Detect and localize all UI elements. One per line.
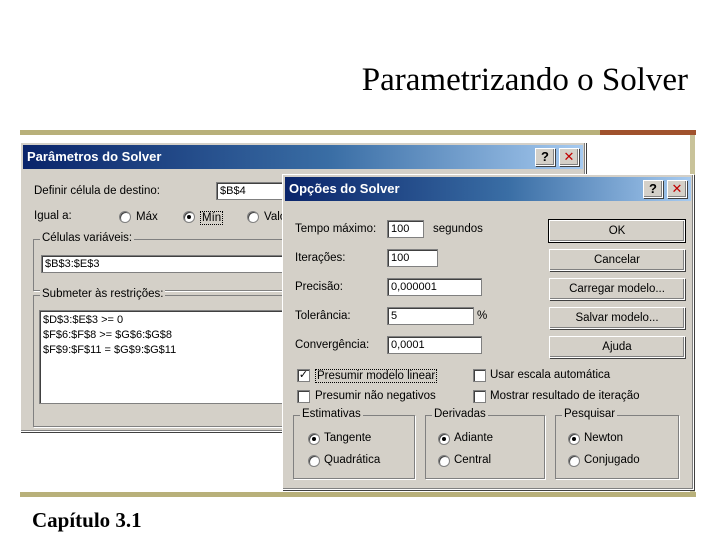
convergence-input[interactable]: 0,0001 — [387, 336, 482, 354]
quadratic-label: Quadrática — [324, 454, 381, 466]
max-radio-label: Máx — [136, 211, 158, 223]
auto-scaling-label: Usar escala automática — [490, 369, 611, 381]
convergence-label: Convergência: — [295, 339, 370, 351]
precision-label: Precisão: — [295, 281, 343, 293]
slide-title: Parametrizando o Solver — [361, 62, 688, 98]
precision-input[interactable]: 0,000001 — [387, 278, 482, 296]
non-negative-checkbox[interactable] — [297, 390, 310, 403]
changing-cells-label: Células variáveis: — [40, 232, 135, 244]
constraints-label: Submeter às restrições: — [40, 288, 166, 300]
derivatives-group: Derivadas Adiante Central — [425, 408, 545, 479]
accent-bar-top — [20, 130, 620, 135]
show-iterations-label: Mostrar resultado de iteração — [490, 390, 640, 402]
target-cell-label: Definir célula de destino: — [34, 185, 160, 197]
central-label: Central — [454, 454, 492, 466]
max-radio[interactable] — [119, 211, 131, 223]
min-radio[interactable] — [183, 211, 195, 223]
derivatives-label: Derivadas — [432, 408, 488, 420]
search-group: Pesquisar Newton Conjugado — [555, 408, 679, 479]
estimates-label: Estimativas — [300, 408, 363, 420]
solver-options-title: Opções do Solver — [289, 181, 400, 196]
auto-scaling-checkbox[interactable] — [473, 369, 486, 382]
tolerance-input[interactable]: 5 — [387, 307, 474, 325]
min-radio-label: Mín — [200, 211, 224, 225]
changing-cells-input[interactable]: $B$3:$E$3 — [41, 255, 287, 273]
load-model-button[interactable]: Carregar modelo... — [549, 278, 685, 300]
max-time-label: Tempo máximo: — [295, 223, 377, 235]
central-radio[interactable] — [438, 455, 450, 467]
tangent-label: Tangente — [324, 432, 372, 444]
close-icon[interactable]: ✕ — [667, 180, 687, 198]
tangent-radio[interactable] — [308, 433, 320, 445]
constraints-list[interactable]: $D$3:$E$3 >= 0 $F$6:$F$8 >= $G$6:$G$8 $F… — [39, 310, 287, 404]
accent-bar-bottom — [20, 492, 696, 497]
cancel-button[interactable]: Cancelar — [549, 249, 685, 271]
help-icon[interactable]: ? — [535, 148, 555, 166]
linear-model-label: Presumir modelo linear — [315, 369, 438, 383]
forward-label: Adiante — [454, 432, 494, 444]
solver-options-titlebar: Opções do Solver ? ✕ — [285, 177, 691, 201]
help-button[interactable]: Ajuda — [549, 336, 685, 358]
quadratic-radio[interactable] — [308, 455, 320, 467]
tolerance-unit: % — [477, 310, 488, 322]
solver-options-dialog: Opções do Solver ? ✕ Tempo máximo: 100 s… — [282, 174, 694, 490]
linear-model-checkbox[interactable]: ✓ — [297, 369, 310, 382]
forward-radio[interactable] — [438, 433, 450, 445]
search-label: Pesquisar — [562, 408, 618, 420]
estimates-group: Estimativas Tangente Quadrática — [293, 408, 415, 479]
constraint-item[interactable]: $F$9:$F$11 = $G$9:$G$11 — [43, 343, 283, 358]
non-negative-label: Presumir não negativos — [315, 390, 436, 402]
max-time-unit: segundos — [433, 223, 483, 235]
constraint-item[interactable]: $D$3:$E$3 >= 0 — [43, 313, 283, 328]
show-iterations-checkbox[interactable] — [473, 390, 486, 403]
close-icon[interactable]: ✕ — [559, 148, 579, 166]
iterations-label: Iterações: — [295, 252, 346, 264]
tolerance-label: Tolerância: — [295, 310, 351, 322]
solver-parameters-title: Parâmetros do Solver — [27, 149, 162, 164]
save-model-button[interactable]: Salvar modelo... — [549, 307, 685, 329]
max-time-input[interactable]: 100 — [387, 220, 424, 238]
conjugate-radio[interactable] — [568, 455, 580, 467]
ok-button[interactable]: OK — [548, 219, 686, 243]
help-icon[interactable]: ? — [643, 180, 663, 198]
equal-to-label: Igual a: — [34, 210, 72, 222]
chapter-label: Capítulo 3.1 — [32, 508, 142, 532]
newton-radio[interactable] — [568, 433, 580, 445]
newton-label: Newton — [584, 432, 623, 444]
iterations-input[interactable]: 100 — [387, 249, 438, 267]
accent-bar-top-right — [600, 130, 696, 135]
constraint-item[interactable]: $F$6:$F$8 >= $G$6:$G$8 — [43, 328, 283, 343]
solver-parameters-titlebar: Parâmetros do Solver ? ✕ — [23, 145, 583, 169]
value-radio[interactable] — [247, 211, 259, 223]
conjugate-label: Conjugado — [584, 454, 640, 466]
